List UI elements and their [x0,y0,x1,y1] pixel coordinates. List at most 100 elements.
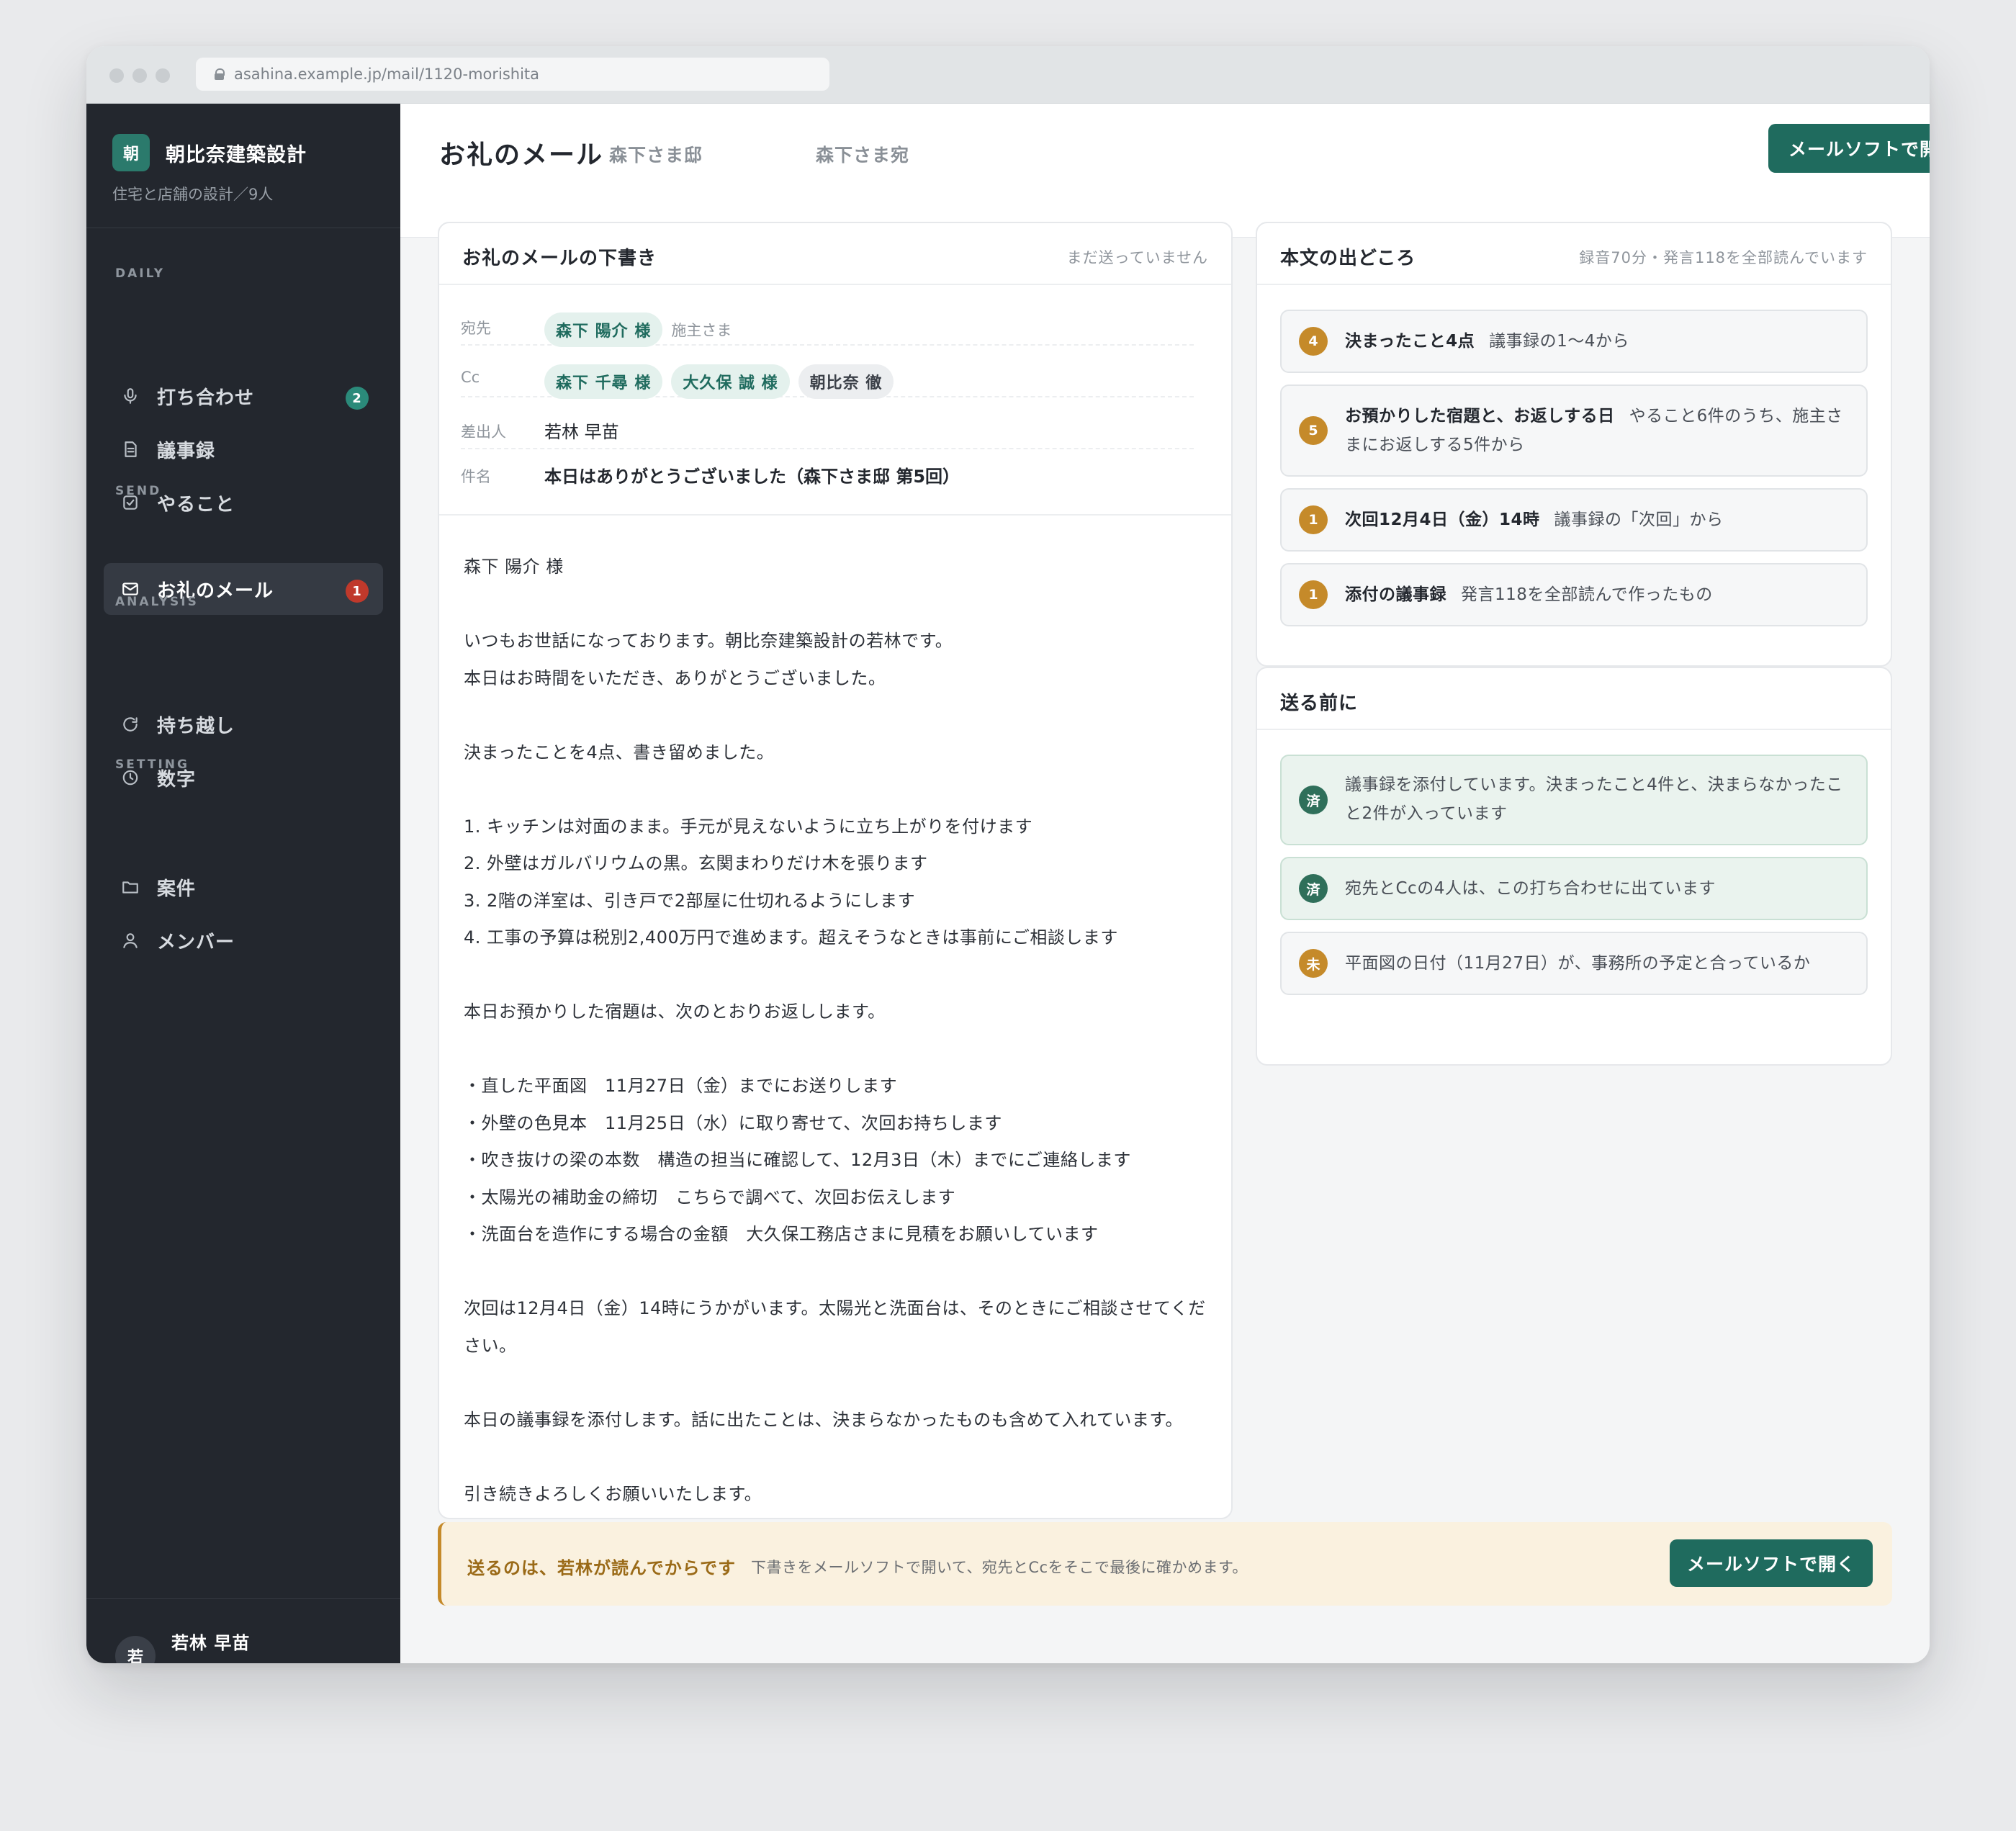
open-mail-app-button[interactable]: メールソフトで開く [1768,124,1930,173]
microphone-icon [120,385,141,407]
cc-chip[interactable]: 森下 千尋 様 [544,364,663,399]
source-count-badge: 5 [1299,416,1328,445]
task-item: ・洗面台を造作にする場合の金額 大久保工務店さまに見積をお願いしています [464,1224,1099,1244]
source-detail: 議事録の「次回」から [1554,510,1724,529]
mail-text-line: 本日はお時間をいただき、ありがとうございました。 [464,667,886,688]
check-text: 議事録を添付しています。決まったこと4件と、決まらなかったこと2件が入っています [1345,775,1843,823]
sidebar-item-projects[interactable]: 案件 [104,861,383,913]
subject-label: 件名 [461,468,491,485]
to-label: 宛先 [461,320,491,337]
address-bar[interactable]: asahina.example.jp/mail/1120-morishita [196,58,829,91]
check-item[interactable]: 未 平面図の日付（11月27日）が、事務所の予定と合っているか [1280,932,1868,995]
folder-icon [120,876,141,898]
source-item[interactable]: 5 お預かりした宿題と、お返しする日 やること6件のうち、施主さまにお返しする5件… [1280,384,1868,477]
sources-note: 録音70分・発言118を全部読んでいます [1579,249,1868,266]
draft-status: まだ送っていません [1066,249,1208,266]
browser-titlebar: asahina.example.jp/mail/1120-morishita [86,46,1930,104]
draft-title: お礼のメールの下書き [462,248,657,269]
sidebar-item-meetings[interactable]: 打ち合わせ 2 [104,370,383,422]
recipient-chip[interactable]: 森下 陽介 様 [544,312,663,347]
sidebar-divider [86,1598,400,1599]
source-item[interactable]: 4 決まったこと4点 議事録の1〜4から [1280,310,1868,373]
task-item: ・吹き抜けの梁の本数 構造の担当に確認して、12月3日（木）までにご連絡します [464,1150,1131,1170]
cc-chip[interactable]: 大久保 誠 様 [671,364,790,399]
decided-item: 3. 2階の洋室は、引き戸で2部屋に仕切れるようにします [464,890,916,911]
sidebar-item-label: やること [157,493,235,516]
source-item[interactable]: 1 次回12月4日（金）14時 議事録の「次回」から [1280,488,1868,552]
page-header: お礼のメール 森下さま邸 森下さま宛 メールソフトで開く [400,104,1930,238]
check-item[interactable]: 済 議事録を添付しています。決まったこと4件と、決まらなかったこと2件が入ってい… [1280,755,1868,845]
to-field: 宛先 森下 陽介 様 施主さま [461,302,1194,347]
sidebar-item-minutes[interactable]: 議事録 [104,423,383,475]
task-item: ・外壁の色見本 11月25日（水）に取り寄せて、次回お持ちします [464,1112,1002,1133]
mail-text-line: 次回は12月4日（金）14時にうかがいます。太陽光と洗面台は、そのときにご相談さ… [464,1298,1206,1356]
check-status-badge: 済 [1299,786,1328,814]
check-status-badge: 未 [1299,949,1328,978]
check-item[interactable]: 済 宛先とCcの4人は、この打ち合わせに出ています [1280,857,1868,920]
current-user[interactable]: 若 若林 早苗 設計担当 [115,1629,250,1663]
mail-greeting: 森下 陽介 様 [464,557,564,577]
draft-card-header: お礼のメールの下書き まだ送っていません [439,223,1231,285]
cc-field: Cc 森下 千尋 様 大久保 誠 様 朝比奈 徹 [461,354,1194,399]
sources-title: 本文の出どころ [1280,248,1416,269]
subject-field: 件名 本日はありがとうございました（森下さま邸 第5回） [461,451,1194,494]
sidebar-item-label: 議事録 [157,440,216,462]
brand-logo: 朝 [112,134,150,171]
mail-body[interactable]: 森下 陽介 様 いつもお世話になっております。朝比奈建築設計の若林です。 本日は… [464,549,1212,1513]
sidebar-item-label: メンバー [157,931,235,953]
project-name: 森下さま邸 [609,145,703,166]
decided-item: 1. キッチンは対面のまま。手元が見えないように立ち上がりを付けます [464,816,1033,837]
from-field: 差出人 若林 早苗 [461,406,1194,449]
decided-item: 2. 外壁はガルバリウムの黒。玄関まわりだけ木を張ります [464,853,928,873]
window-maximize-dot[interactable] [156,68,170,83]
draft-divider [439,514,1231,516]
sources-card: 本文の出どころ 録音70分・発言118を全部読んでいます 4 決まったこと4点議… [1256,222,1892,667]
source-item[interactable]: 1 添付の議事録 発言118を全部読んで作ったもの [1280,563,1868,626]
decided-item: 4. 工事の予算は税別2,400万円で進めます。超えそうなときは事前にご相談しま… [464,927,1118,948]
source-count-badge: 1 [1299,505,1328,534]
source-detail: 発言118を全部読んで作ったもの [1461,585,1713,604]
source-label: 添付の議事録 [1345,585,1446,604]
source-label: 決まったこと4点 [1345,332,1475,351]
sidebar-item-carryover[interactable]: 持ち越し [104,698,383,750]
task-item: ・直した平面図 11月27日（金）までにお送りします [464,1076,898,1096]
checks-card-header: 送る前に [1257,668,1891,730]
mail-text-line: 決まったことを4点、書き留めました。 [464,742,775,762]
page-title: お礼のメール [439,140,604,170]
brand[interactable]: 朝 朝比奈建築設計 [112,134,307,171]
draft-card: お礼のメールの下書き まだ送っていません 宛先 森下 陽介 様 施主さま Cc … [438,222,1233,1519]
sidebar-item-label: 案件 [157,878,197,900]
recipient-label: 森下さま宛 [816,145,910,166]
sidebar-item-members[interactable]: メンバー [104,914,383,966]
source-detail: 議事録の1〜4から [1489,332,1629,351]
mail-text-line: 本日お預かりした宿題は、次のとおりお返しします。 [464,1002,886,1022]
app-window: asahina.example.jp/mail/1120-morishita 朝… [86,46,1930,1663]
open-mail-app-button[interactable]: メールソフトで開く [1670,1539,1873,1587]
checks-card: 送る前に 済 議事録を添付しています。決まったこと4件と、決まらなかったこと2件… [1256,667,1892,1066]
mail-text-line: いつもお世話になっております。朝比奈建築設計の若林です。 [464,631,953,651]
source-count-badge: 1 [1299,580,1328,609]
recipient-note: 施主さま [671,322,732,339]
from-value: 若林 早苗 [544,422,619,442]
sidebar-item-label: 打ち合わせ [157,387,255,409]
user-icon [120,930,141,951]
window-close-dot[interactable] [109,68,124,83]
check-text: 平面図の日付（11月27日）が、事務所の予定と合っているか [1345,954,1811,973]
source-label: 次回12月4日（金）14時 [1345,510,1540,529]
sidebar: 朝 朝比奈建築設計 住宅と店舗の設計／9人 DAILY 打ち合わせ 2 議事録 … [86,104,400,1663]
task-item: ・太陽光の補助金の締切 こちらで調べて、次回お伝えします [464,1187,956,1207]
user-name: 若林 早苗 [171,1633,251,1653]
from-label: 差出人 [461,423,506,441]
banner-text: 下書きをメールソフトで開いて、宛先とCcをそこで最後に確かめます。 [751,1559,1248,1576]
subject-value: 本日はありがとうございました（森下さま邸 第5回） [544,467,960,487]
sources-card-header: 本文の出どころ 録音70分・発言118を全部読んでいます [1257,223,1891,285]
banner-heading: 送るのは、若林が読んでからです [467,1558,737,1578]
refresh-icon [120,714,141,735]
check-status-badge: 済 [1299,874,1328,903]
send-notice-banner: 送るのは、若林が読んでからです 下書きをメールソフトで開いて、宛先とCcをそこで… [438,1522,1892,1606]
cc-chip[interactable]: 朝比奈 徹 [798,364,894,399]
sidebar-item-label: 持ち越し [157,715,235,737]
window-minimize-dot[interactable] [132,68,147,83]
check-text: 宛先とCcの4人は、この打ち合わせに出ています [1345,879,1716,898]
section-label-send: SEND [115,484,162,498]
